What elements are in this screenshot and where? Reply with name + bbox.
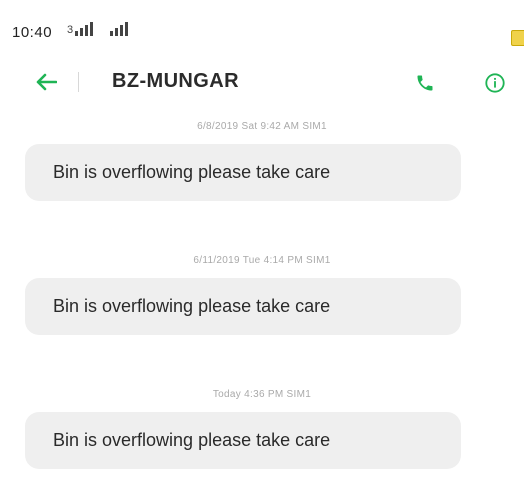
contact-name: BZ-MUNGAR bbox=[112, 70, 239, 92]
back-arrow-icon bbox=[36, 73, 57, 91]
message-bubble[interactable]: Bin is overflowing please take care bbox=[25, 144, 461, 201]
status-bar: 10:40 3 bbox=[0, 0, 524, 60]
info-button[interactable] bbox=[480, 68, 510, 98]
message-list[interactable]: 6/8/2019 Sat 9:42 AM SIM1 Bin is overflo… bbox=[0, 108, 524, 493]
sim-indicator: 3 bbox=[67, 24, 74, 36]
status-time: 10:40 bbox=[12, 24, 53, 41]
battery-icon bbox=[511, 30, 524, 46]
message-timestamp: Today 4:36 PM SIM1 bbox=[212, 389, 312, 400]
info-icon bbox=[485, 73, 505, 93]
message-bubble[interactable]: Bin is overflowing please take care bbox=[25, 278, 461, 335]
call-button[interactable] bbox=[410, 68, 440, 98]
message-timestamp: 6/11/2019 Tue 4:14 PM SIM1 bbox=[193, 255, 331, 266]
conversation-header: BZ-MUNGAR bbox=[0, 58, 524, 108]
message-thread-screen: 10:40 3 BZ-MUNGAR 6/8/2019 Sat 9:42 AM S… bbox=[0, 0, 524, 493]
signal-strength-icon bbox=[75, 22, 93, 36]
signal-strength-icon bbox=[110, 22, 128, 36]
back-button[interactable] bbox=[30, 66, 62, 98]
header-divider bbox=[78, 72, 79, 92]
message-timestamp: 6/8/2019 Sat 9:42 AM SIM1 bbox=[197, 121, 327, 132]
phone-icon bbox=[417, 75, 433, 91]
message-bubble[interactable]: Bin is overflowing please take care bbox=[25, 412, 461, 469]
